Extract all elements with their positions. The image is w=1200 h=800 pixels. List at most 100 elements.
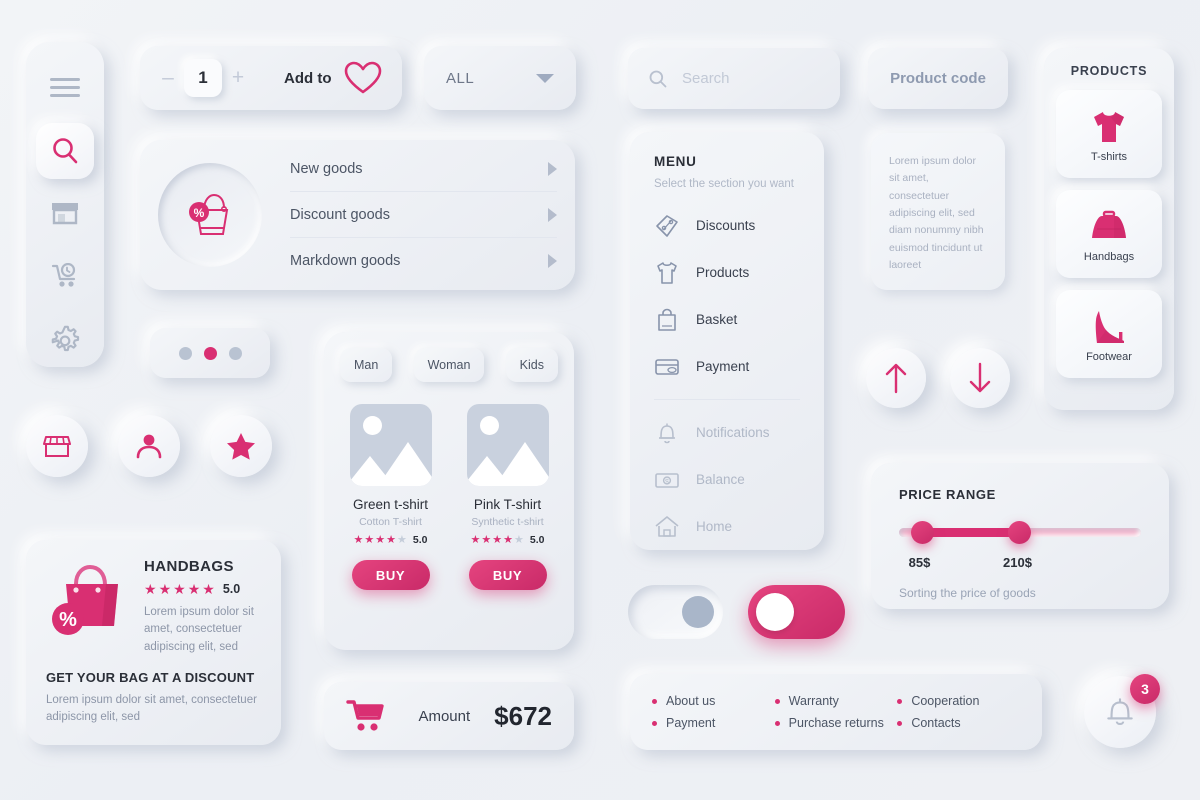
star-icon: ★ xyxy=(375,533,386,546)
tab-kids[interactable]: Kids xyxy=(505,348,558,382)
product-category-tshirts[interactable]: T-shirts xyxy=(1056,90,1162,178)
round-button-favorites[interactable] xyxy=(210,415,272,477)
footer-link-about-us[interactable]: About us xyxy=(652,694,775,708)
products-panel-title: PRODUCTS xyxy=(1070,64,1148,78)
sidebar-item-menu[interactable] xyxy=(36,60,94,117)
toggle-knob xyxy=(682,596,714,628)
bullet-icon xyxy=(897,720,903,726)
round-button-profile[interactable] xyxy=(118,415,180,477)
toggle-knob xyxy=(756,593,794,631)
menu-item-products[interactable]: Products xyxy=(654,249,800,296)
price-range-slider[interactable] xyxy=(899,521,1141,544)
toggle-switch-on[interactable] xyxy=(748,585,845,639)
amount-bar: Amount $672 xyxy=(324,682,574,750)
carousel-dot[interactable] xyxy=(178,346,192,360)
sidebar-item-store[interactable] xyxy=(36,185,94,242)
search-input[interactable]: Search xyxy=(682,70,730,87)
star-icon: ★ xyxy=(481,533,492,546)
sidebar-item-cart[interactable] xyxy=(36,248,94,305)
bullet-icon xyxy=(652,720,657,726)
star-icon: ★ xyxy=(187,581,201,597)
product-rating: ★ ★ ★ ★ ★ 5.0 xyxy=(457,534,558,546)
product-category-label: T-shirts xyxy=(1090,150,1128,163)
menu-item-label: Notifications xyxy=(696,425,770,440)
star-icon-empty: ★ xyxy=(397,533,407,546)
menu-icon xyxy=(50,78,80,98)
toggle-switch-off[interactable] xyxy=(628,585,723,639)
footer-link-purchase-returns[interactable]: Purchase returns xyxy=(774,716,898,730)
star-icon: ★ xyxy=(386,533,396,546)
handbag-discount-icon: % xyxy=(52,564,118,635)
product-card[interactable]: Green t-shirt Cotton T-shirt ★ ★ ★ ★ ★ 5… xyxy=(340,404,441,590)
star-icon: ★ xyxy=(503,533,513,546)
goods-row-label: New goods xyxy=(290,160,363,177)
svg-text:%: % xyxy=(59,609,77,631)
sidebar-item-search[interactable] xyxy=(36,122,94,180)
footer-link-label: Warranty xyxy=(788,694,839,708)
tab-woman[interactable]: Woman xyxy=(413,348,485,382)
footer-link-cooperation[interactable]: Cooperation xyxy=(897,694,1020,708)
buy-button[interactable]: BUY xyxy=(351,560,430,590)
menu-item-payment[interactable]: Payment xyxy=(654,343,800,390)
goods-row[interactable]: New goods xyxy=(290,146,557,192)
star-icon: ★ xyxy=(173,581,186,597)
quantity-value[interactable]: 1 xyxy=(184,59,222,97)
footer-link-warranty[interactable]: Warranty xyxy=(774,694,898,708)
star-icon xyxy=(227,433,255,460)
product-card[interactable]: Pink T-shirt Synthetic t-shirt ★ ★ ★ ★ ★… xyxy=(457,404,558,590)
round-button-store[interactable] xyxy=(26,415,88,477)
sidebar-rail xyxy=(26,42,104,367)
footer-link-label: Contacts xyxy=(911,716,961,730)
search-bar[interactable]: Search xyxy=(628,48,840,109)
sidebar-item-settings[interactable] xyxy=(36,310,94,367)
product-category-handbags[interactable]: Handbags xyxy=(1056,190,1162,278)
buy-button[interactable]: BUY xyxy=(468,560,547,590)
gear-icon xyxy=(51,325,80,351)
footer-link-label: Payment xyxy=(666,716,716,730)
lorem-text-card: Lorem ipsum dolor sit amet, consectetuer… xyxy=(871,133,1005,290)
notifications-button[interactable]: 3 xyxy=(1084,674,1160,748)
search-icon xyxy=(53,138,78,164)
money-icon: $ xyxy=(655,472,679,488)
sort-ascending-button[interactable] xyxy=(866,348,926,408)
filter-dropdown[interactable]: ALL xyxy=(424,46,576,110)
goods-row[interactable]: Markdown goods xyxy=(290,238,557,284)
increment-button[interactable]: + xyxy=(228,66,248,90)
menu-item-home[interactable]: Home xyxy=(654,503,800,550)
bullet-icon xyxy=(774,720,780,726)
menu-item-discounts[interactable]: Discounts xyxy=(654,202,800,249)
product-category-label: Handbags xyxy=(1083,250,1135,263)
footer-link-contacts[interactable]: Contacts xyxy=(897,716,1020,730)
menu-item-notifications[interactable]: Notifications xyxy=(654,409,800,456)
menu-panel: MENU Select the section you want Discoun… xyxy=(630,132,824,550)
rating-score: 5.0 xyxy=(412,534,428,546)
goods-row[interactable]: Discount goods xyxy=(290,192,557,238)
product-category-footwear[interactable]: Footwear xyxy=(1056,290,1162,378)
carousel-dot-active[interactable] xyxy=(203,346,217,360)
menu-item-label: Payment xyxy=(696,359,750,374)
heart-icon[interactable] xyxy=(343,60,383,96)
slider-handle-max[interactable] xyxy=(1007,521,1031,544)
chevron-right-icon xyxy=(548,207,557,222)
menu-item-basket[interactable]: Basket xyxy=(654,296,800,343)
sort-descending-button[interactable] xyxy=(950,348,1010,408)
tab-man[interactable]: Man xyxy=(340,348,393,382)
carousel-dot[interactable] xyxy=(228,346,242,360)
decrement-button[interactable]: – xyxy=(158,66,178,90)
menu-item-label: Products xyxy=(696,265,750,280)
star-icon: ★ xyxy=(158,581,172,597)
promo-title: HANDBAGS xyxy=(144,558,234,575)
footer-link-payment[interactable]: Payment xyxy=(652,716,775,730)
arrow-down-icon xyxy=(969,362,991,393)
basket-icon xyxy=(658,308,676,331)
menu-item-label: Balance xyxy=(696,472,745,487)
menu-title: MENU xyxy=(654,154,697,169)
menu-item-balance[interactable]: $ Balance xyxy=(654,456,800,503)
product-code-button[interactable]: Product code xyxy=(868,48,1008,109)
star-icon: ★ xyxy=(364,533,375,546)
slider-handle-min[interactable] xyxy=(911,521,935,544)
product-browser-card: Man Woman Kids Green t-shirt Cotton T-sh… xyxy=(324,332,574,650)
star-icon: ★ xyxy=(144,581,157,597)
product-subtitle: Cotton T-shirt xyxy=(359,516,422,528)
price-min-value: 85$ xyxy=(908,555,931,570)
